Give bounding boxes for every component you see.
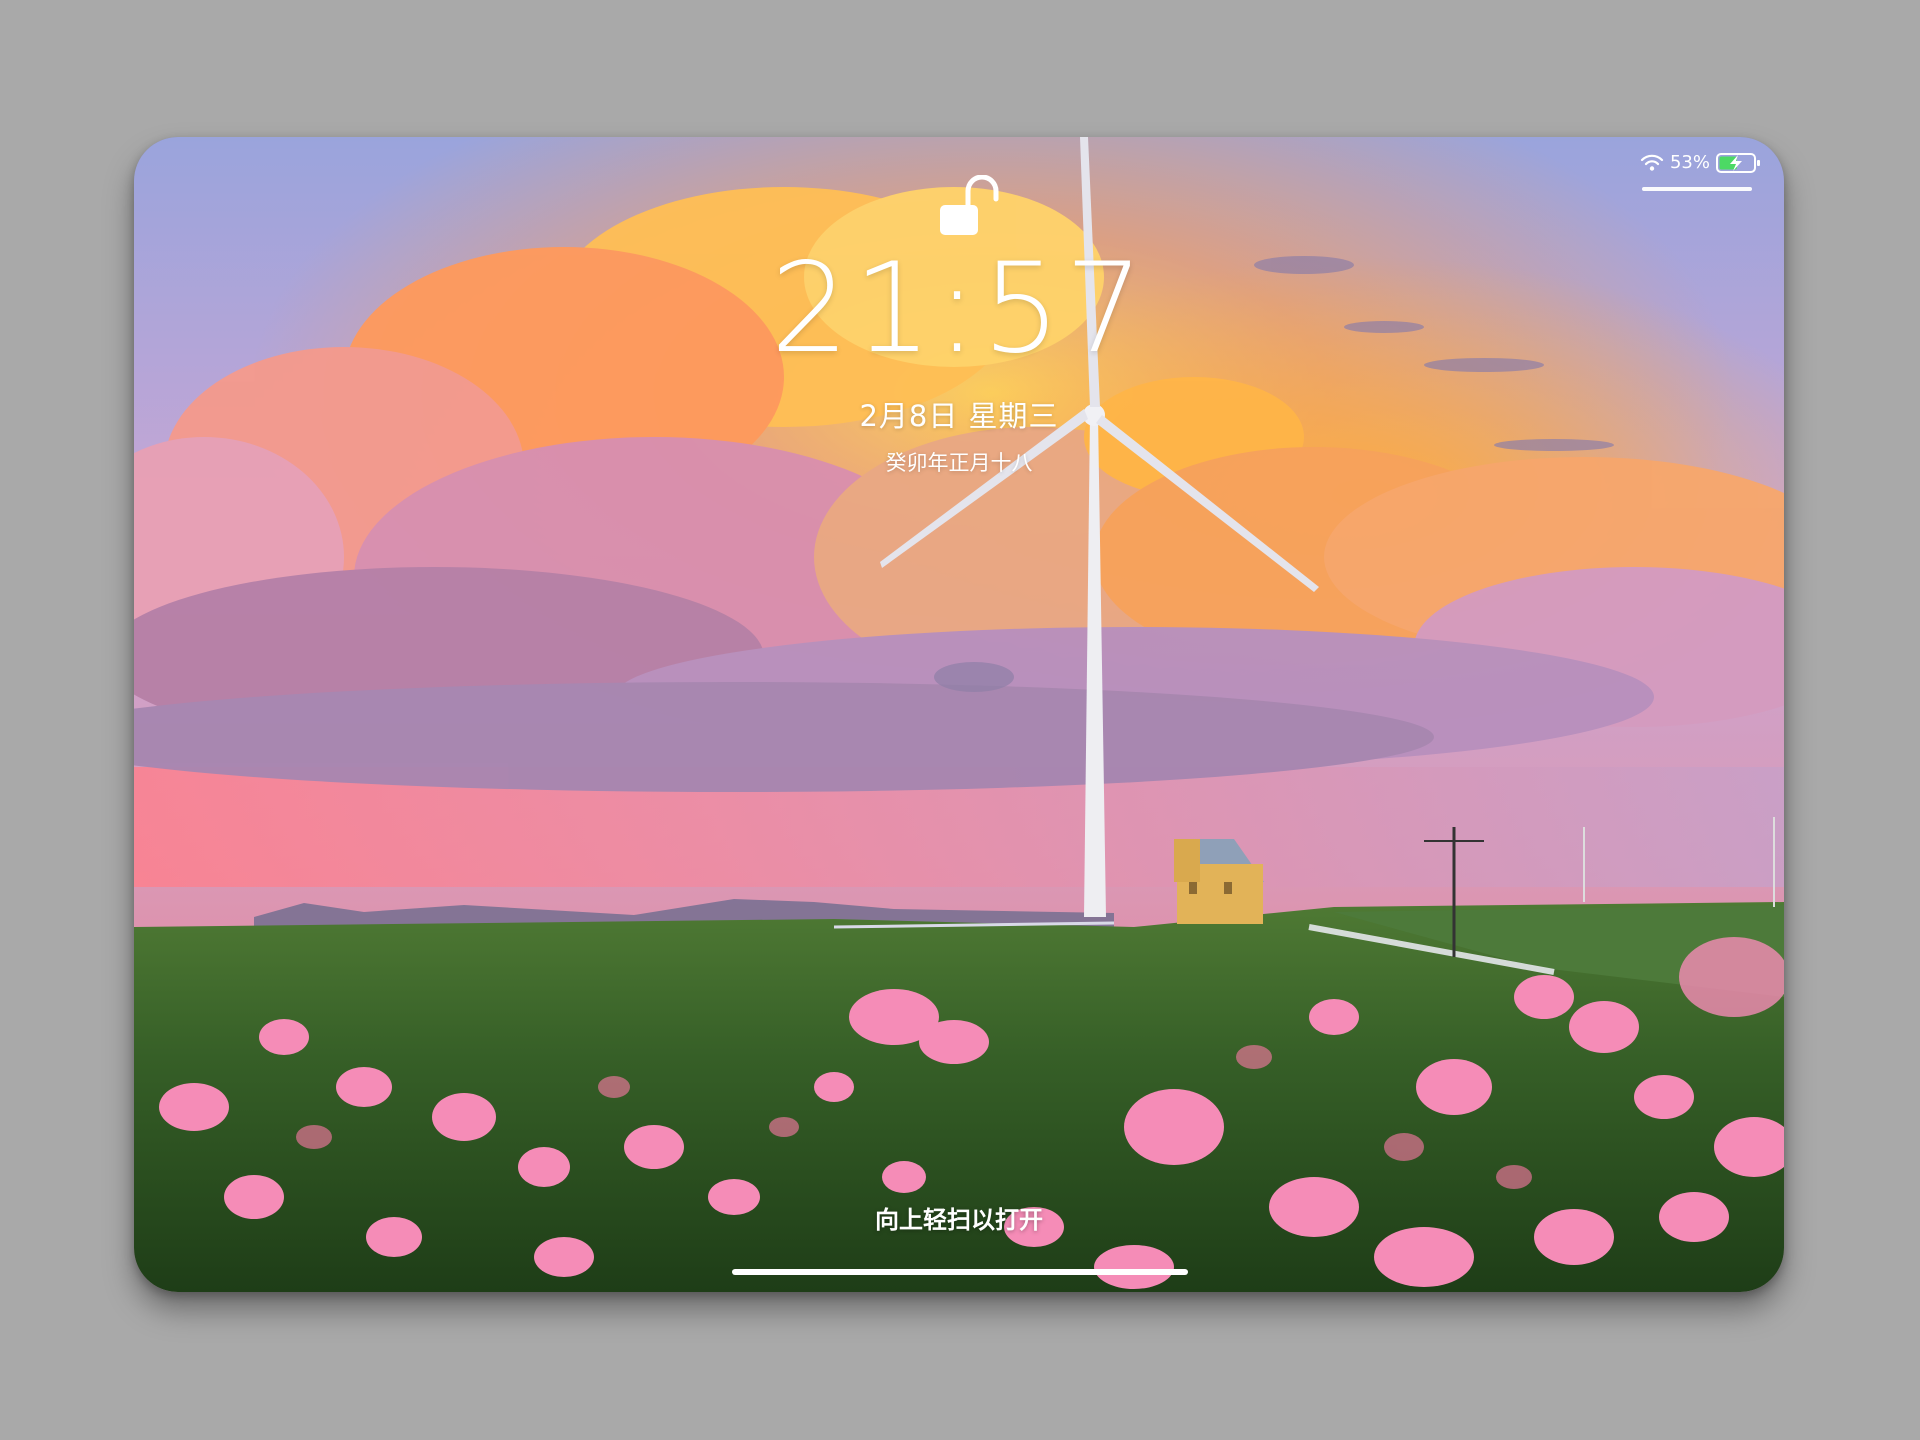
clock-time: 21:57 (770, 237, 1148, 381)
battery-percent: 53% (1669, 152, 1710, 173)
swipe-up-hint: 向上轻扫以打开 (875, 1206, 1043, 1234)
lock-screen[interactable]: 21:57 2月8日 星期三 癸卯年正月十八 53% 向上轻扫以打开 (134, 137, 1784, 1292)
date-label: 2月8日 星期三 (859, 399, 1059, 433)
unlocked-padlock-icon (940, 175, 999, 235)
status-underline (1642, 187, 1752, 191)
wifi-icon (1640, 154, 1664, 171)
battery-charging-icon (1716, 153, 1760, 173)
lunar-date-label: 癸卯年正月十八 (885, 451, 1033, 475)
home-indicator-bar[interactable] (732, 1269, 1188, 1275)
status-bar: 53% (1640, 152, 1762, 174)
